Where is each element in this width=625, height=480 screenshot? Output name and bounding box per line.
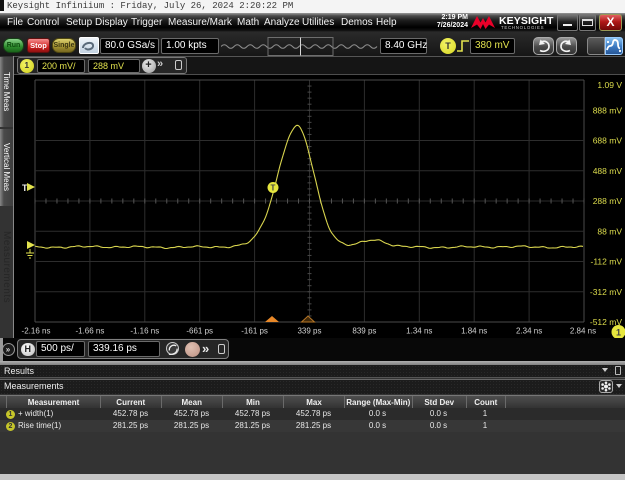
svg-text:688 mV: 688 mV <box>593 136 623 146</box>
svg-text:-2.16 ns: -2.16 ns <box>22 327 51 336</box>
svg-text:-661 ps: -661 ps <box>186 327 213 336</box>
svg-text:339 ps: 339 ps <box>297 327 321 336</box>
svg-text:888 mV: 888 mV <box>593 105 623 115</box>
svg-text:-1.16 ns: -1.16 ns <box>130 327 159 336</box>
svg-text:-312 mV: -312 mV <box>590 287 622 297</box>
svg-text:288 mV: 288 mV <box>593 196 623 206</box>
svg-text:488 mV: 488 mV <box>593 166 623 176</box>
svg-text:T: T <box>271 184 276 193</box>
svg-text:-1.66 ns: -1.66 ns <box>75 327 104 336</box>
svg-text:1.09 V: 1.09 V <box>597 80 622 90</box>
svg-text:839 ps: 839 ps <box>352 327 376 336</box>
svg-text:2.84 ns: 2.84 ns <box>570 327 596 336</box>
svg-text:2.34 ns: 2.34 ns <box>516 327 542 336</box>
svg-text:1.34 ns: 1.34 ns <box>406 327 432 336</box>
svg-text:-112 mV: -112 mV <box>591 257 623 267</box>
svg-text:1: 1 <box>616 328 621 338</box>
svg-text:-161 ps: -161 ps <box>241 327 268 336</box>
svg-text:1.84 ns: 1.84 ns <box>461 327 487 336</box>
svg-text:88 mV: 88 mV <box>597 226 622 236</box>
